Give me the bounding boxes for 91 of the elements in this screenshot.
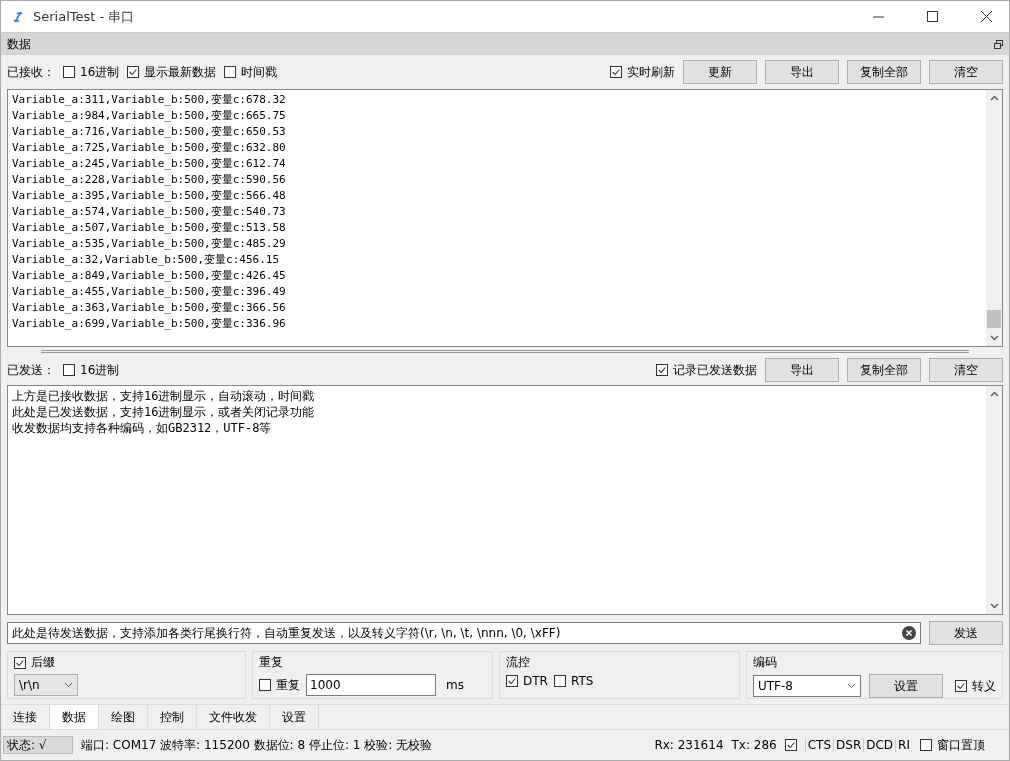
checkbox-label: 实时刷新	[627, 63, 675, 81]
tx-count: Tx: 286	[731, 738, 777, 752]
data-line: Variable_a:574,Variable_b:500,变量c:540.73	[12, 204, 287, 220]
group-title: 编码	[753, 654, 778, 671]
checkbox-label: DTR	[523, 674, 548, 688]
restore-icon[interactable]	[994, 39, 1003, 49]
data-line: Variable_a:455,Variable_b:500,变量c:396.49	[12, 284, 287, 300]
toolbar-button[interactable]: 复制全部	[847, 60, 921, 84]
data-line: Variable_a:363,Variable_b:500,变量c:366.56	[12, 300, 287, 316]
tab[interactable]: 文件收发	[197, 705, 270, 729]
group-title: 重复	[259, 654, 285, 671]
toolbar-button[interactable]: 复制全部	[847, 358, 921, 382]
send-text-area[interactable]: 上方是已接收数据，支持16进制显示，自动滚动，时间戳 此处是已发送数据，支持16进制显示，或者关闭记录功能 收发数据均支持各种编码，如GB2312，UTF-8等	[7, 385, 1003, 615]
scrollbar-thumb[interactable]	[987, 310, 1001, 328]
checkbox-label: 窗口置顶	[937, 736, 985, 754]
rx-count: Rx: 231614	[654, 738, 724, 752]
window-title: SerialTest - 串口	[33, 7, 136, 26]
data-line: 此处是已发送数据，支持16进制显示，或者关闭记录功能	[12, 404, 316, 420]
data-line: 收发数据均支持各种编码，如GB2312，UTF-8等	[12, 420, 273, 436]
data-line: 上方是已接收数据，支持16进制显示，自动滚动，时间戳	[12, 388, 316, 404]
checkbox-label: 后缀	[31, 654, 55, 671]
settings-button[interactable]: 设置	[869, 674, 943, 698]
signal-label: DCD	[863, 738, 896, 752]
caret-icon	[847, 683, 856, 689]
scroll-up-icon[interactable]	[989, 391, 999, 397]
maximize-icon[interactable]	[926, 11, 938, 22]
send-input-field[interactable]: 此处是待发送数据，支持添加各类行尾换行符，自动重复发送，以及转义字符(\r, \n, \t, \nnn, \0, \xFF)	[7, 622, 921, 644]
toolbar-button[interactable]: 清空	[929, 60, 1003, 84]
checkbox[interactable]	[784, 739, 797, 751]
checkbox-label: 转义	[972, 677, 996, 695]
toolbar-button[interactable]: 导出	[765, 60, 839, 84]
checkbox[interactable]	[259, 679, 272, 691]
scroll-down-icon[interactable]	[989, 335, 999, 341]
toolbar-button[interactable]: 导出	[765, 358, 839, 382]
status-indicator: 状态: √	[3, 736, 73, 754]
checkbox-label: 16进制	[80, 63, 120, 81]
checkbox-label: 重复	[276, 676, 301, 694]
data-line: Variable_a:228,Variable_b:500,变量c:590.56	[12, 172, 287, 188]
data-line: Variable_a:311,Variable_b:500,变量c:678.32	[12, 92, 287, 108]
checkbox[interactable]	[610, 66, 622, 78]
checkbox[interactable]	[920, 739, 932, 751]
checkbox[interactable]	[553, 675, 566, 687]
suffix-dropdown[interactable]: \r\n	[14, 674, 78, 696]
tab[interactable]: 控制	[148, 705, 197, 729]
encoding-dropdown[interactable]: UTF-8	[753, 675, 861, 697]
tab[interactable]: 设置	[270, 705, 319, 729]
send-button[interactable]: 发送	[929, 621, 1003, 645]
data-line: Variable_a:716,Variable_b:500,变量c:650.53	[12, 124, 287, 140]
receive-label: 已接收：	[7, 63, 55, 81]
close-icon[interactable]	[980, 11, 992, 22]
data-line: Variable_a:725,Variable_b:500,变量c:632.80	[12, 140, 287, 156]
data-line: Variable_a:984,Variable_b:500,变量c:665.75	[12, 108, 287, 124]
port-info: 端口: COM17 波特率: 115200 数据位: 8 停止位: 1 校验: 无校验	[81, 736, 433, 754]
caret-icon	[64, 682, 73, 688]
data-line: Variable_a:535,Variable_b:500,变量c:485.29	[12, 236, 287, 252]
tab[interactable]: 绘图	[99, 705, 148, 729]
checkbox-label: 显示最新数据	[144, 63, 217, 81]
checkbox[interactable]	[63, 364, 75, 376]
data-line: Variable_a:245,Variable_b:500,变量c:612.74	[12, 156, 287, 172]
checkbox[interactable]	[224, 66, 237, 78]
panel-title: 数据	[7, 35, 31, 53]
checkbox[interactable]	[656, 364, 668, 376]
checkbox[interactable]	[955, 680, 967, 692]
data-line: Variable_a:32,Variable_b:500,变量c:456.15	[12, 252, 281, 268]
toolbar-button[interactable]: 清空	[929, 358, 1003, 382]
receive-text-area[interactable]	[7, 89, 1003, 347]
checkbox[interactable]	[14, 656, 26, 669]
signal-label: CTS	[804, 738, 834, 752]
checkbox-label: 16进制	[80, 361, 120, 379]
checkbox[interactable]	[127, 66, 140, 78]
data-line: Variable_a:849,Variable_b:500,变量c:426.45	[12, 268, 287, 284]
checkbox-label: 记录已发送数据	[673, 361, 757, 379]
checkbox[interactable]	[506, 675, 518, 687]
signal-label: DSR	[833, 738, 864, 752]
checkbox-label: 时间戳	[241, 63, 278, 81]
scroll-down-icon[interactable]	[989, 603, 999, 609]
checkbox[interactable]	[63, 66, 75, 78]
send-label: 已发送：	[7, 361, 55, 379]
data-line: Variable_a:699,Variable_b:500,变量c:336.96	[12, 316, 287, 332]
data-line: Variable_a:507,Variable_b:500,变量c:513.58	[12, 220, 287, 236]
scroll-up-icon[interactable]	[989, 95, 999, 101]
clear-icon[interactable]	[902, 626, 916, 640]
data-line: Variable_a:395,Variable_b:500,变量c:566.48	[12, 188, 287, 204]
toolbar-button[interactable]: 更新	[683, 60, 757, 84]
app-icon	[11, 9, 25, 24]
unit-label: ms	[446, 678, 464, 692]
tab[interactable]: 数据	[50, 705, 99, 729]
group-title: 流控	[506, 654, 531, 671]
checkbox-label: RTS	[570, 674, 594, 688]
interval-field[interactable]: 1000	[306, 674, 437, 696]
signal-label: RI	[895, 738, 912, 752]
